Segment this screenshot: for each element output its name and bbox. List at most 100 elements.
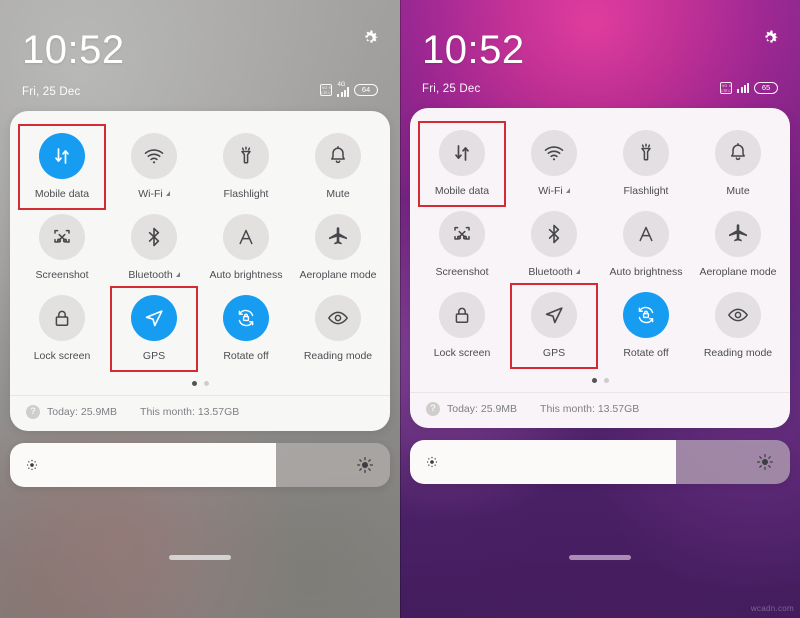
tile-label: Lock screen: [33, 350, 91, 362]
tile-label-wrap: Bluetooth: [528, 266, 580, 278]
tile-bluetooth[interactable]: Bluetooth: [108, 210, 200, 291]
page-dot[interactable]: [603, 378, 609, 383]
tile-label: Bluetooth: [528, 266, 573, 278]
home-indicator[interactable]: [569, 555, 631, 560]
help-icon[interactable]: ?: [26, 405, 40, 419]
wifi-icon[interactable]: [131, 133, 177, 179]
tile-rotate-off[interactable]: Rotate off: [200, 291, 292, 372]
tile-label-wrap: Rotate off: [223, 350, 268, 362]
tile-grid: Mobile data Wi-Fi Flashlight Mute Screenshot…: [410, 108, 790, 373]
eye-icon[interactable]: [315, 295, 361, 341]
clock-time: 10:52: [22, 28, 125, 72]
tile-lock-screen[interactable]: Lock screen: [16, 291, 108, 372]
tile-auto-brightness[interactable]: Auto brightness: [600, 207, 692, 288]
tile-label-wrap: Screenshot: [435, 266, 488, 278]
location-arrow-icon[interactable]: [131, 295, 177, 341]
auto-brightness-icon[interactable]: [623, 211, 669, 257]
tile-label: Rotate off: [223, 350, 269, 362]
status-icons: VOVOLTELTE 65: [720, 82, 778, 95]
tile-label: Flashlight: [223, 188, 269, 200]
data-usage-row[interactable]: ? Today: 25.9MB This month: 13.57GB: [10, 395, 390, 431]
tile-gps[interactable]: GPS: [508, 283, 600, 369]
tile-reading-mode[interactable]: Reading mode: [292, 291, 384, 372]
tile-rotate-off[interactable]: Rotate off: [600, 288, 692, 369]
tile-label-wrap: Screenshot: [35, 269, 88, 281]
brightness-slider[interactable]: [10, 443, 390, 487]
brightness-low-icon: [25, 458, 39, 472]
brightness-fill: [10, 443, 276, 487]
signal-bars-icon: 4G: [337, 82, 349, 97]
status-header: 10:52 Fri, 25 Dec VOVOLTELTE 4G 64: [0, 0, 400, 98]
tile-row: Lock screen GPS Rotate off Reading mode: [416, 283, 784, 369]
tile-label-wrap: Bluetooth: [128, 269, 180, 281]
usage-today: Today: 25.9MB: [47, 406, 118, 418]
auto-brightness-icon[interactable]: [223, 214, 269, 260]
screenshot-icon[interactable]: [39, 214, 85, 260]
page-dot[interactable]: [191, 381, 197, 386]
data-usage-row[interactable]: ? Today: 25.9MB This month: 13.57GB: [410, 392, 790, 428]
page-dot[interactable]: [203, 381, 209, 386]
rotate-lock-icon[interactable]: [623, 292, 669, 338]
expand-triangle-icon: [175, 272, 180, 277]
lock-icon[interactable]: [39, 295, 85, 341]
tile-gps[interactable]: GPS: [108, 286, 200, 372]
tile-screenshot[interactable]: Screenshot: [416, 207, 508, 288]
tile-label: Auto brightness: [609, 266, 683, 278]
screenshot-icon[interactable]: [439, 211, 485, 257]
lock-icon[interactable]: [439, 292, 485, 338]
tile-mute[interactable]: Mute: [292, 129, 384, 210]
tile-label: Aeroplane mode: [699, 266, 777, 278]
mobile-data-icon[interactable]: [439, 130, 485, 176]
tile-label-wrap: Wi-Fi: [538, 185, 570, 197]
tile-grid: Mobile data Wi-Fi Flashlight Mute Screenshot…: [10, 111, 390, 376]
tile-mobile-data[interactable]: Mobile data: [416, 121, 508, 207]
usage-month: This month: 13.57GB: [140, 406, 240, 418]
airplane-icon[interactable]: [715, 211, 761, 257]
tile-mobile-data[interactable]: Mobile data: [16, 124, 108, 210]
battery-indicator: 65: [754, 82, 778, 94]
bell-icon[interactable]: [715, 130, 761, 176]
gear-icon[interactable]: [760, 28, 780, 48]
tile-wi-fi[interactable]: Wi-Fi: [108, 129, 200, 210]
tile-label-wrap: Auto brightness: [210, 269, 283, 281]
tile-reading-mode[interactable]: Reading mode: [692, 288, 784, 369]
bluetooth-icon[interactable]: [531, 211, 577, 257]
home-indicator[interactable]: [169, 555, 231, 560]
rotate-lock-icon[interactable]: [223, 295, 269, 341]
clock-date: Fri, 25 Dec: [22, 86, 81, 98]
tile-label: Mute: [326, 188, 350, 200]
mobile-data-icon[interactable]: [39, 133, 85, 179]
tile-flashlight[interactable]: Flashlight: [200, 129, 292, 210]
tile-label-wrap: Mobile data: [35, 188, 89, 200]
bell-icon[interactable]: [315, 133, 361, 179]
tile-mute[interactable]: Mute: [692, 126, 784, 207]
location-arrow-icon[interactable]: [531, 292, 577, 338]
watermark: wcadn.com: [750, 604, 794, 613]
tile-label-wrap: GPS: [143, 350, 165, 362]
tile-aeroplane-mode[interactable]: Aeroplane mode: [692, 207, 784, 288]
tile-label-wrap: Mute: [726, 185, 749, 197]
wifi-icon[interactable]: [531, 130, 577, 176]
tile-label: GPS: [142, 350, 166, 362]
help-icon[interactable]: ?: [426, 402, 440, 416]
flashlight-icon[interactable]: [223, 133, 269, 179]
flashlight-icon[interactable]: [623, 130, 669, 176]
brightness-slider[interactable]: [410, 440, 790, 484]
tile-bluetooth[interactable]: Bluetooth: [508, 207, 600, 288]
tile-row: Screenshot Bluetooth Auto brightness Aeropl…: [16, 210, 384, 291]
page-dot[interactable]: [591, 378, 597, 383]
battery-level: 64: [361, 84, 371, 94]
tile-aeroplane-mode[interactable]: Aeroplane mode: [292, 210, 384, 291]
eye-icon[interactable]: [715, 292, 761, 338]
tile-label-wrap: Aeroplane mode: [299, 269, 376, 281]
airplane-icon[interactable]: [315, 214, 361, 260]
tile-screenshot[interactable]: Screenshot: [16, 210, 108, 291]
tile-label: Lock screen: [433, 347, 491, 359]
bluetooth-icon[interactable]: [131, 214, 177, 260]
gear-icon[interactable]: [360, 28, 380, 48]
tile-auto-brightness[interactable]: Auto brightness: [200, 210, 292, 291]
tile-label-wrap: Rotate off: [623, 347, 668, 359]
tile-lock-screen[interactable]: Lock screen: [416, 288, 508, 369]
tile-wi-fi[interactable]: Wi-Fi: [508, 126, 600, 207]
tile-flashlight[interactable]: Flashlight: [600, 126, 692, 207]
